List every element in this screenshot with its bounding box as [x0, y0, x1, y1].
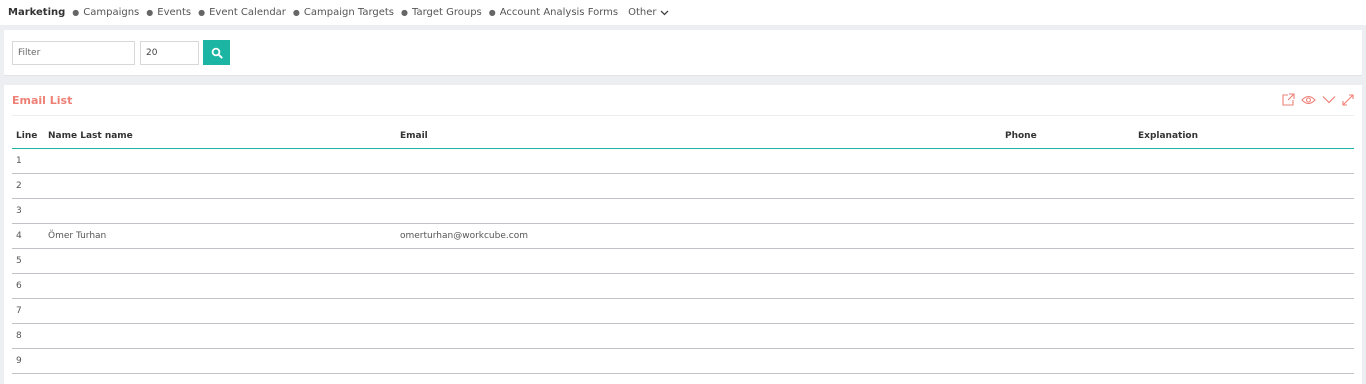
cell-name	[44, 348, 396, 374]
table-row[interactable]: 6	[12, 273, 1354, 299]
cell-explanation	[1134, 248, 1354, 274]
column-header-name[interactable]: Name Last name	[44, 125, 396, 149]
bullet-icon: ●	[198, 8, 206, 17]
cell-email	[396, 173, 1001, 199]
filter-input[interactable]	[12, 41, 135, 65]
page-size-input[interactable]	[140, 41, 199, 65]
cell-line: 7	[12, 298, 44, 324]
cell-explanation	[1134, 323, 1354, 349]
cell-name	[44, 198, 396, 224]
email-list-panel: Email List Line Name Last name Email Pho…	[4, 85, 1362, 384]
cell-email	[396, 273, 1001, 299]
cell-line: 9	[12, 348, 44, 374]
cell-email: omerturhan@workcube.com	[396, 223, 1001, 249]
cell-line: 2	[12, 173, 44, 199]
search-icon	[211, 47, 223, 59]
table-row[interactable]: 3	[12, 198, 1354, 224]
cell-explanation	[1134, 223, 1354, 249]
column-header-email[interactable]: Email	[396, 125, 1001, 149]
nav-item-label: Account Analysis Forms	[499, 7, 619, 18]
top-navigation: Marketing ● Campaigns ● Events ● Event Cale…	[0, 0, 1366, 25]
cell-name	[44, 298, 396, 324]
table-header-row: Line Name Last name Email Phone Explanat…	[12, 125, 1354, 149]
table-row[interactable]: 1	[12, 148, 1354, 174]
cell-phone	[1001, 348, 1134, 374]
cell-name	[44, 273, 396, 299]
email-list-table: Line Name Last name Email Phone Explanat…	[12, 125, 1354, 374]
bullet-icon: ●	[146, 8, 154, 17]
cell-explanation	[1134, 173, 1354, 199]
bullet-icon: ●	[401, 8, 408, 17]
cell-email	[396, 148, 1001, 174]
nav-item-label: Target Groups	[412, 7, 482, 18]
cell-explanation	[1134, 198, 1354, 224]
nav-other-label: Other	[628, 7, 657, 18]
collapse-chevron-icon[interactable]	[1322, 95, 1336, 104]
chevron-down-icon	[660, 10, 668, 15]
cell-line: 5	[12, 248, 44, 274]
cell-phone	[1001, 248, 1134, 274]
column-header-explanation[interactable]: Explanation	[1134, 125, 1354, 149]
cell-email	[396, 323, 1001, 349]
export-icon[interactable]	[1281, 93, 1295, 106]
module-title[interactable]: Marketing	[8, 7, 65, 18]
bullet-icon: ●	[72, 8, 80, 17]
cell-explanation	[1134, 148, 1354, 174]
cell-line: 6	[12, 273, 44, 299]
cell-name	[44, 248, 396, 274]
cell-name	[44, 323, 396, 349]
table-row[interactable]: 9	[12, 348, 1354, 374]
nav-item-events[interactable]: ● Events	[146, 7, 191, 18]
cell-explanation	[1134, 273, 1354, 299]
table-row[interactable]: 5	[12, 248, 1354, 274]
column-header-phone[interactable]: Phone	[1001, 125, 1134, 149]
cell-explanation	[1134, 298, 1354, 324]
nav-item-label: Campaigns	[83, 7, 140, 18]
table-row[interactable]: 2	[12, 173, 1354, 199]
cell-phone	[1001, 298, 1134, 324]
cell-line: 4	[12, 223, 44, 249]
nav-item-label: Event Calendar	[209, 7, 286, 18]
cell-name	[44, 173, 396, 199]
cell-phone	[1001, 148, 1134, 174]
bullet-icon: ●	[488, 8, 496, 17]
nav-item-target-groups[interactable]: ● Target Groups	[401, 7, 482, 18]
cell-explanation	[1134, 348, 1354, 374]
filter-bar	[4, 30, 1362, 76]
nav-item-label: Campaign Targets	[303, 7, 395, 18]
cell-email	[396, 348, 1001, 374]
nav-item-campaigns[interactable]: ● Campaigns	[72, 7, 139, 18]
expand-icon[interactable]	[1342, 93, 1354, 106]
nav-item-account-analysis-forms[interactable]: ● Account Analysis Forms	[489, 7, 618, 18]
cell-phone	[1001, 323, 1134, 349]
panel-divider	[12, 115, 1354, 116]
cell-email	[396, 248, 1001, 274]
table-row[interactable]: 4 Ömer Turhan omerturhan@workcube.com	[12, 223, 1354, 249]
bullet-icon: ●	[292, 8, 300, 17]
table-row[interactable]: 7	[12, 298, 1354, 324]
cell-phone	[1001, 223, 1134, 249]
cell-line: 8	[12, 323, 44, 349]
nav-item-event-calendar[interactable]: ● Event Calendar	[198, 7, 286, 18]
nav-item-campaign-targets[interactable]: ● Campaign Targets	[293, 7, 394, 18]
cell-line: 1	[12, 148, 44, 174]
nav-other-dropdown[interactable]: Other	[628, 7, 668, 18]
cell-phone	[1001, 173, 1134, 199]
search-button[interactable]	[203, 40, 230, 65]
cell-name	[44, 148, 396, 174]
cell-phone	[1001, 198, 1134, 224]
column-header-line[interactable]: Line	[12, 125, 44, 149]
cell-email	[396, 298, 1001, 324]
cell-line: 3	[12, 198, 44, 224]
cell-phone	[1001, 273, 1134, 299]
table-row[interactable]: 8	[12, 323, 1354, 349]
panel-title: Email List	[12, 94, 73, 107]
panel-toolbar	[1281, 93, 1354, 106]
cell-name: Ömer Turhan	[44, 223, 396, 249]
cell-email	[396, 198, 1001, 224]
nav-item-label: Events	[157, 7, 192, 18]
eye-icon[interactable]	[1301, 95, 1316, 105]
